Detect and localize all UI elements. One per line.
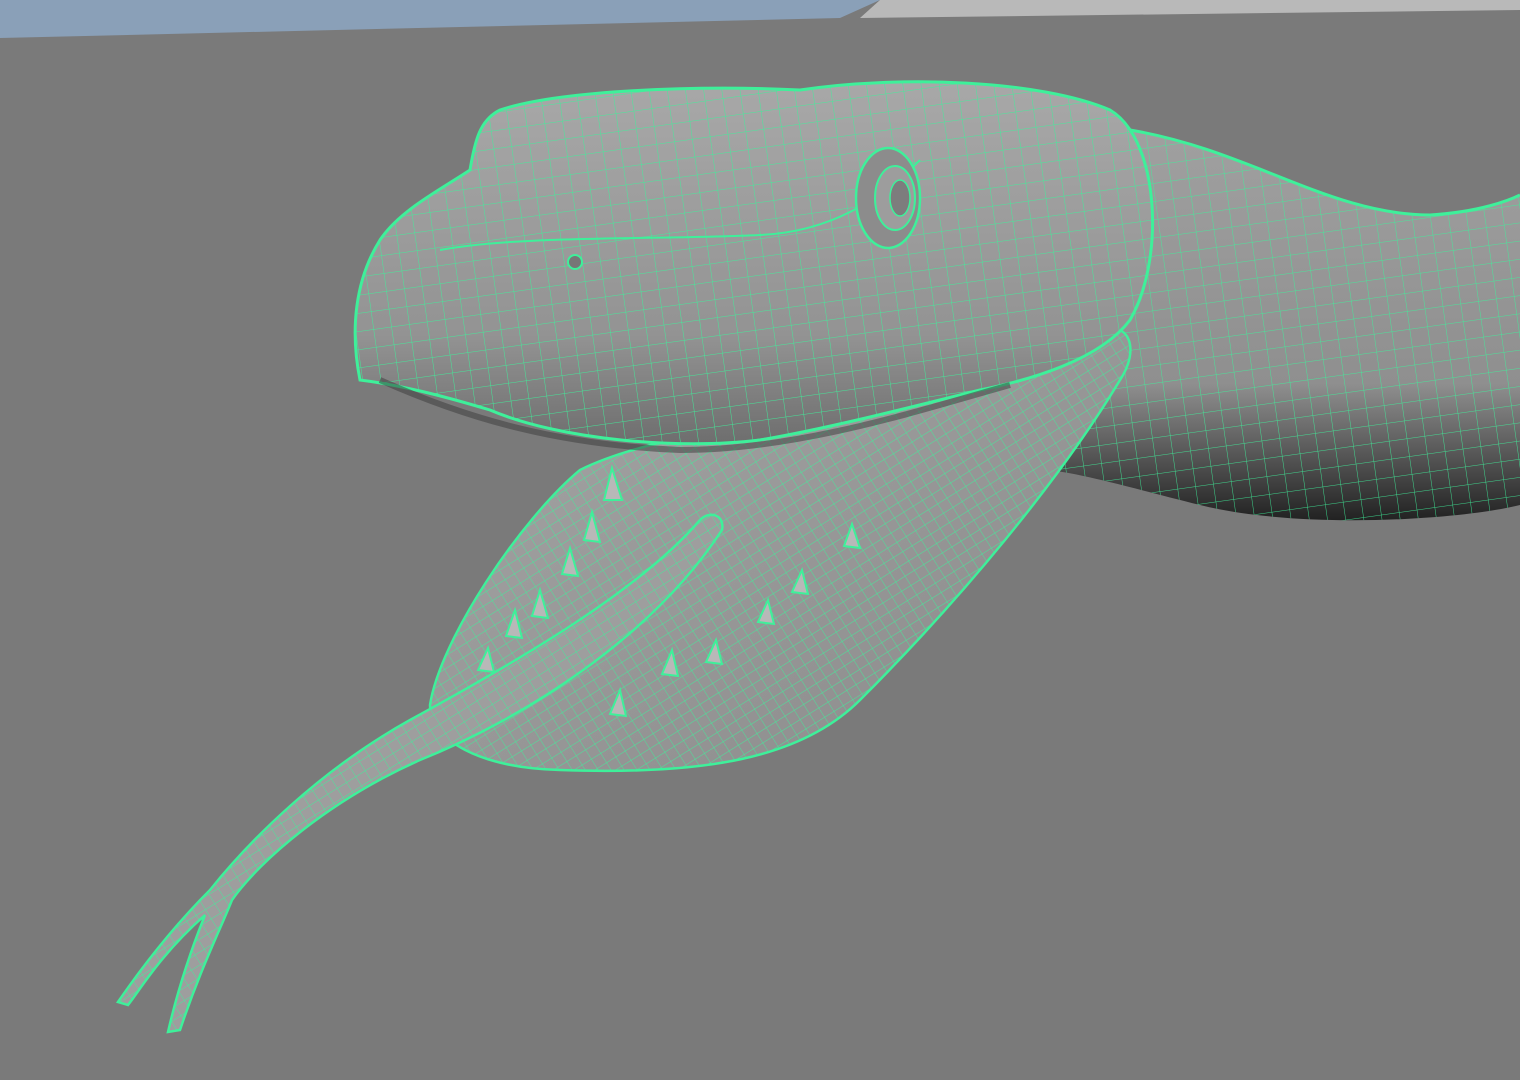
horizon <box>0 0 1520 38</box>
nostril <box>567 254 583 270</box>
3d-viewport[interactable] <box>0 0 1520 1080</box>
tongue[interactable] <box>115 513 724 1034</box>
viewport-canvas[interactable] <box>0 0 1520 1080</box>
eye[interactable] <box>854 146 922 250</box>
